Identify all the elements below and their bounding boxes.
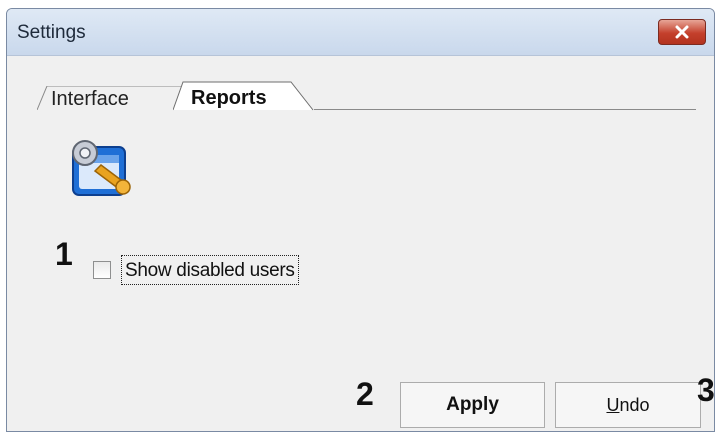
tab-reports-label: Reports xyxy=(191,87,267,109)
tab-strip: Interface Reports xyxy=(7,55,714,125)
tab-interface-label: Interface xyxy=(51,88,129,110)
title-bar[interactable]: Settings xyxy=(7,9,714,56)
show-disabled-users-checkbox[interactable] xyxy=(93,261,111,279)
callout-number-1: 1 xyxy=(55,236,73,272)
window-title: Settings xyxy=(17,22,86,43)
close-button[interactable] xyxy=(658,19,706,45)
callout-number-2: 2 xyxy=(356,376,374,412)
undo-mnemonic: U xyxy=(606,394,620,415)
tab-baseline xyxy=(314,109,696,110)
reports-settings-icon xyxy=(72,140,131,196)
show-disabled-users-label[interactable]: Show disabled users xyxy=(121,255,299,285)
undo-button[interactable]: Undo xyxy=(555,382,701,428)
close-icon xyxy=(675,25,689,39)
tab-reports[interactable]: Reports xyxy=(173,81,314,111)
apply-button[interactable]: Apply xyxy=(400,382,545,428)
tab-interface[interactable]: Interface xyxy=(37,86,187,110)
undo-label-rest: ndo xyxy=(619,394,650,415)
settings-window: Settings Interface Reports Show disabled… xyxy=(6,8,715,432)
callout-number-3: 3 xyxy=(697,372,715,408)
